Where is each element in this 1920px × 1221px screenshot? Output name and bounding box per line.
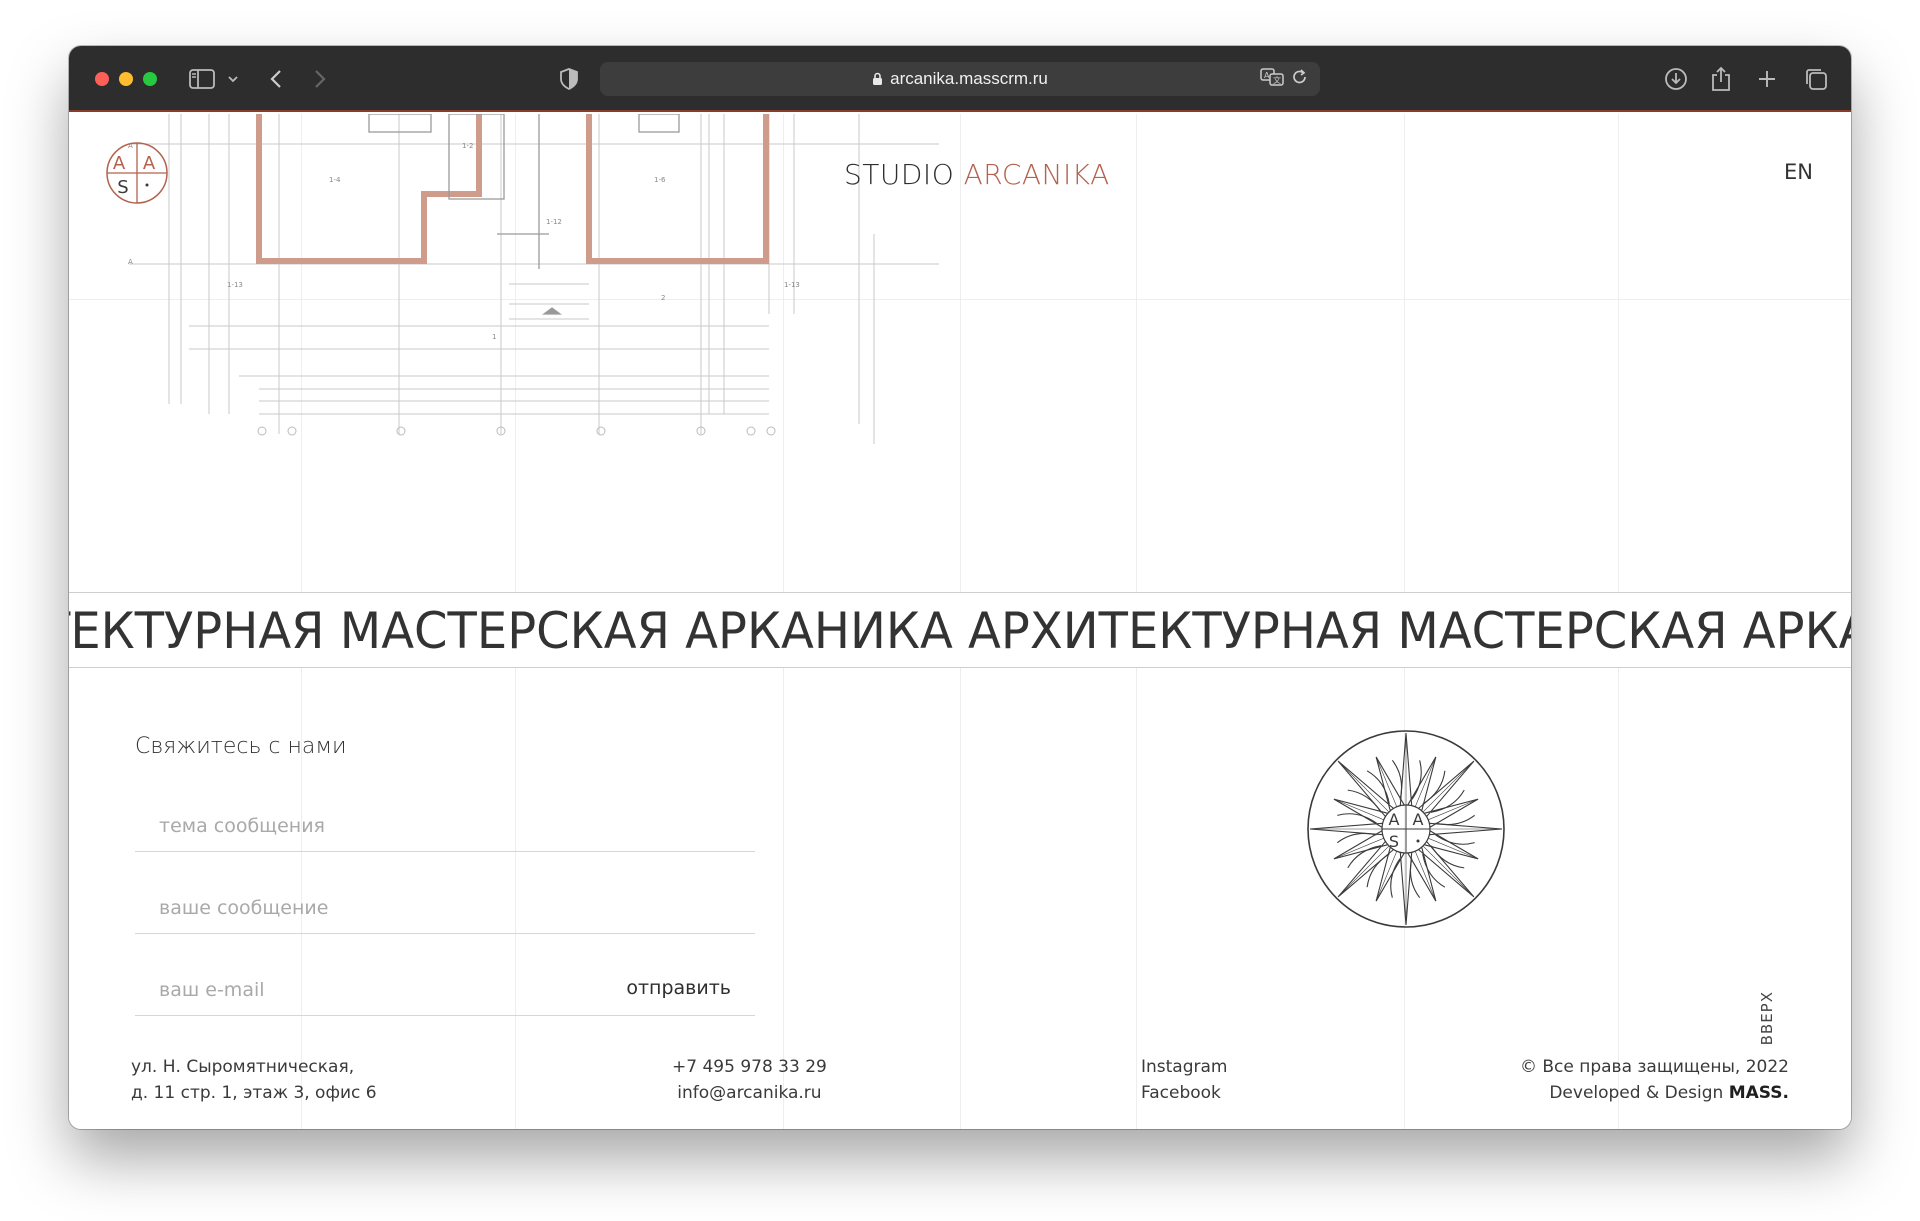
developer-brand: MASS. [1728, 1083, 1789, 1103]
downloads-icon[interactable] [1664, 66, 1688, 92]
new-tab-icon[interactable] [1757, 66, 1777, 92]
sun-ray-line [1333, 837, 1384, 860]
maximize-window-button[interactable] [143, 72, 157, 86]
send-button[interactable]: отправить [626, 977, 731, 999]
lock-icon [872, 72, 883, 86]
minimize-window-button[interactable] [119, 72, 133, 86]
sun-ray-line [1422, 760, 1475, 813]
sun-wave [1391, 760, 1403, 800]
sun-ray-line [1375, 851, 1398, 902]
url-text: arcanika.masscrm.ru [890, 69, 1048, 88]
chevron-down-icon[interactable] [227, 66, 239, 92]
sun-emblem: A A S [1307, 730, 1505, 928]
footer-credits: © Все права защищены, 2022 Developed & D… [1520, 1054, 1789, 1106]
address-bar[interactable]: arcanika.masscrm.ru A文 [600, 62, 1320, 96]
marquee-text: ТЕКТУРНАЯ МАСТЕРСКАЯ АРКАНИКА АРХИТЕКТУР… [69, 602, 1851, 660]
svg-text:1-13: 1-13 [227, 281, 243, 289]
footer-address: ул. Н. Сыромятническая, д. 11 стр. 1, эт… [131, 1054, 377, 1106]
footer-social: Instagram Facebook [1141, 1054, 1228, 1106]
svg-text:1-6: 1-6 [654, 176, 666, 184]
sun-wave [1337, 832, 1377, 844]
marquee-band: ТЕКТУРНАЯ МАСТЕРСКАЯ АРКАНИКА АРХИТЕКТУР… [69, 592, 1851, 668]
brand-title-part1: STUDIO [844, 158, 964, 191]
emblem-letter: S [1389, 832, 1399, 851]
browser-window: arcanika.masscrm.ru A文 1-4 1-2 1-12 1-6 … [69, 46, 1851, 1129]
share-icon[interactable] [1710, 66, 1732, 92]
reload-icon[interactable] [1292, 68, 1308, 91]
sun-ray-line [1375, 756, 1398, 807]
sun-wave [1337, 813, 1377, 824]
developer-credit[interactable]: Developed & Design MASS. [1520, 1080, 1789, 1106]
copyright-text: © Все права защищены, 2022 [1519, 1057, 1789, 1077]
sun-wave [1411, 760, 1422, 800]
brand-title[interactable]: STUDIO ARCANIKA [844, 158, 1110, 191]
message-input[interactable] [159, 897, 599, 919]
sun-ray-line [1414, 851, 1437, 902]
logo-letter: A [113, 153, 126, 174]
instagram-link[interactable]: Instagram [1141, 1054, 1228, 1080]
sun-ray-line [1428, 798, 1479, 821]
address-line: д. 11 стр. 1, этаж 3, офис 6 [131, 1083, 377, 1103]
svg-text:A: A [1264, 71, 1270, 80]
floor-plan-drawing: 1-4 1-2 1-12 1-6 1-13 1-13 1 2 A A [128, 114, 939, 444]
email-link[interactable]: info@arcanika.ru [672, 1080, 827, 1106]
svg-text:A: A [128, 258, 133, 266]
message-field [135, 878, 755, 934]
sun-wave [1409, 858, 1421, 898]
sun-ray-line [1337, 760, 1390, 813]
web-page: 1-4 1-2 1-12 1-6 1-13 1-13 1 2 A A A A S… [69, 114, 1851, 1129]
svg-text:1-2: 1-2 [462, 142, 473, 150]
footer-contacts: +7 495 978 33 29 info@arcanika.ru [672, 1054, 827, 1106]
svg-text:1-13: 1-13 [784, 281, 800, 289]
back-icon[interactable] [269, 66, 283, 92]
emblem-letter: A [1389, 810, 1400, 829]
contact-title: Свяжитесь с нами [135, 734, 347, 759]
svg-text:1: 1 [492, 333, 496, 341]
sun-ray-line [1422, 845, 1475, 898]
emblem-letter: A [1413, 810, 1424, 829]
close-window-button[interactable] [95, 72, 109, 86]
svg-text:2: 2 [661, 294, 665, 302]
svg-text:1-4: 1-4 [329, 176, 341, 184]
subject-input[interactable] [159, 815, 599, 837]
logo-letter: S [117, 177, 128, 198]
tab-overview-icon[interactable] [1804, 66, 1828, 92]
email-field: отправить [135, 960, 755, 1016]
language-switch[interactable]: EN [1784, 160, 1813, 184]
sun-ray-line [1428, 837, 1479, 860]
developer-prefix: Developed & Design [1549, 1083, 1729, 1103]
privacy-shield-icon[interactable] [559, 66, 579, 92]
scroll-to-top-link[interactable]: ВВЕРХ [1758, 991, 1776, 1045]
translate-icon[interactable]: A文 [1260, 68, 1284, 91]
studio-logo[interactable]: A A S [105, 141, 169, 205]
address-line: ул. Н. Сыромятническая, [131, 1057, 355, 1077]
svg-text:文: 文 [1273, 75, 1281, 85]
sun-wave [1435, 814, 1475, 826]
email-input[interactable] [159, 979, 599, 1001]
sidebar-toggle-icon[interactable] [189, 66, 215, 92]
brand-title-part2: ARCANIKA [963, 158, 1110, 191]
phone-link[interactable]: +7 495 978 33 29 [672, 1054, 827, 1080]
sun-ray-line [1337, 845, 1390, 898]
browser-toolbar: arcanika.masscrm.ru A文 [69, 46, 1851, 112]
subject-field [135, 796, 755, 852]
logo-letter: A [143, 153, 156, 174]
sun-wave [1390, 858, 1401, 898]
sun-ray-line [1414, 756, 1437, 807]
svg-text:1-12: 1-12 [546, 218, 562, 226]
forward-icon[interactable] [313, 66, 327, 92]
facebook-link[interactable]: Facebook [1141, 1080, 1228, 1106]
sun-wave [1435, 834, 1475, 845]
sun-ray-line [1333, 798, 1384, 821]
